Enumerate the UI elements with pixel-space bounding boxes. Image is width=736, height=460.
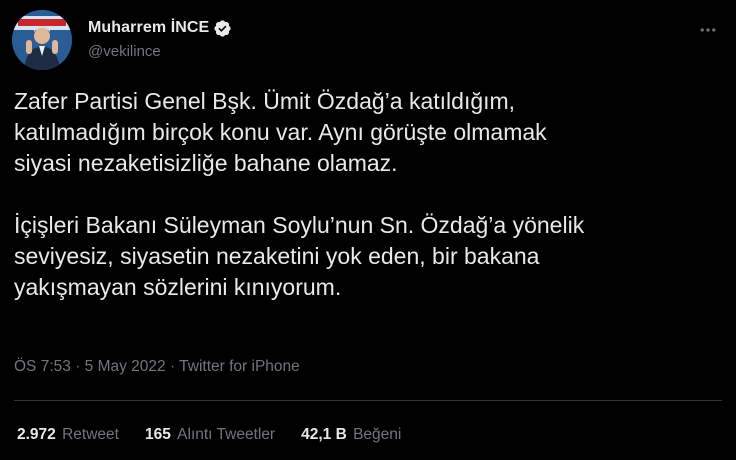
like-label: Beğeni — [353, 426, 402, 443]
tweet-line: yakışmayan sözlerini kınıyorum. — [14, 274, 342, 300]
more-options-icon[interactable] — [696, 18, 720, 42]
like-count[interactable]: 42,1 B Beğeni — [301, 426, 401, 444]
retweet-count[interactable]: 2.972 Retweet — [17, 426, 119, 444]
author-block: Muharrem İNCE @vekilince — [88, 18, 232, 60]
avatar[interactable] — [12, 10, 72, 70]
meta-separator: · — [70, 358, 85, 375]
divider — [14, 400, 722, 401]
like-number: 42,1 B — [301, 426, 347, 443]
display-name-row: Muharrem İNCE — [88, 18, 232, 38]
tweet-line: seviyesiz, siyasetin nezaketini yok eden… — [14, 243, 540, 269]
verified-badge-icon — [213, 19, 232, 38]
quote-label: Alıntı Tweetler — [177, 426, 276, 443]
profile-photo-icon — [12, 10, 72, 70]
tweet-time[interactable]: ÖS 7:53 — [14, 358, 71, 375]
tweet-line: siyasi nezaketisizliğe bahane olamaz. — [14, 150, 398, 176]
tweet-card: Muharrem İNCE @vekilince Zafer Partisi G… — [0, 0, 736, 460]
retweet-label: Retweet — [62, 426, 119, 443]
tweet-line: Zafer Partisi Genel Bşk. Ümit Özdağ’a ka… — [14, 88, 516, 114]
quote-count[interactable]: 165 Alıntı Tweetler — [145, 426, 275, 444]
tweet-line: İçişleri Bakanı Süleyman Soylu’nun Sn. Ö… — [14, 212, 585, 238]
quote-number: 165 — [144, 426, 171, 443]
tweet-meta: ÖS 7:53 · 5 May 2022 · Twitter for iPhon… — [14, 358, 300, 376]
tweet-date[interactable]: 5 May 2022 — [85, 358, 166, 375]
username[interactable]: @vekilince — [88, 43, 232, 60]
tweet-stats: 2.972 Retweet 165 Alıntı Tweetler 42,1 B… — [17, 426, 401, 444]
tweet-line: katılmadığım birçok konu var. Aynı görüş… — [14, 119, 547, 145]
retweet-number: 2.972 — [17, 426, 56, 443]
display-name[interactable]: Muharrem İNCE — [88, 19, 209, 37]
tweet-header: Muharrem İNCE @vekilince — [12, 10, 724, 72]
meta-separator: · — [165, 358, 180, 375]
tweet-source[interactable]: Twitter for iPhone — [179, 358, 300, 375]
tweet-text: Zafer Partisi Genel Bşk. Ümit Özdağ’a ka… — [14, 86, 726, 303]
